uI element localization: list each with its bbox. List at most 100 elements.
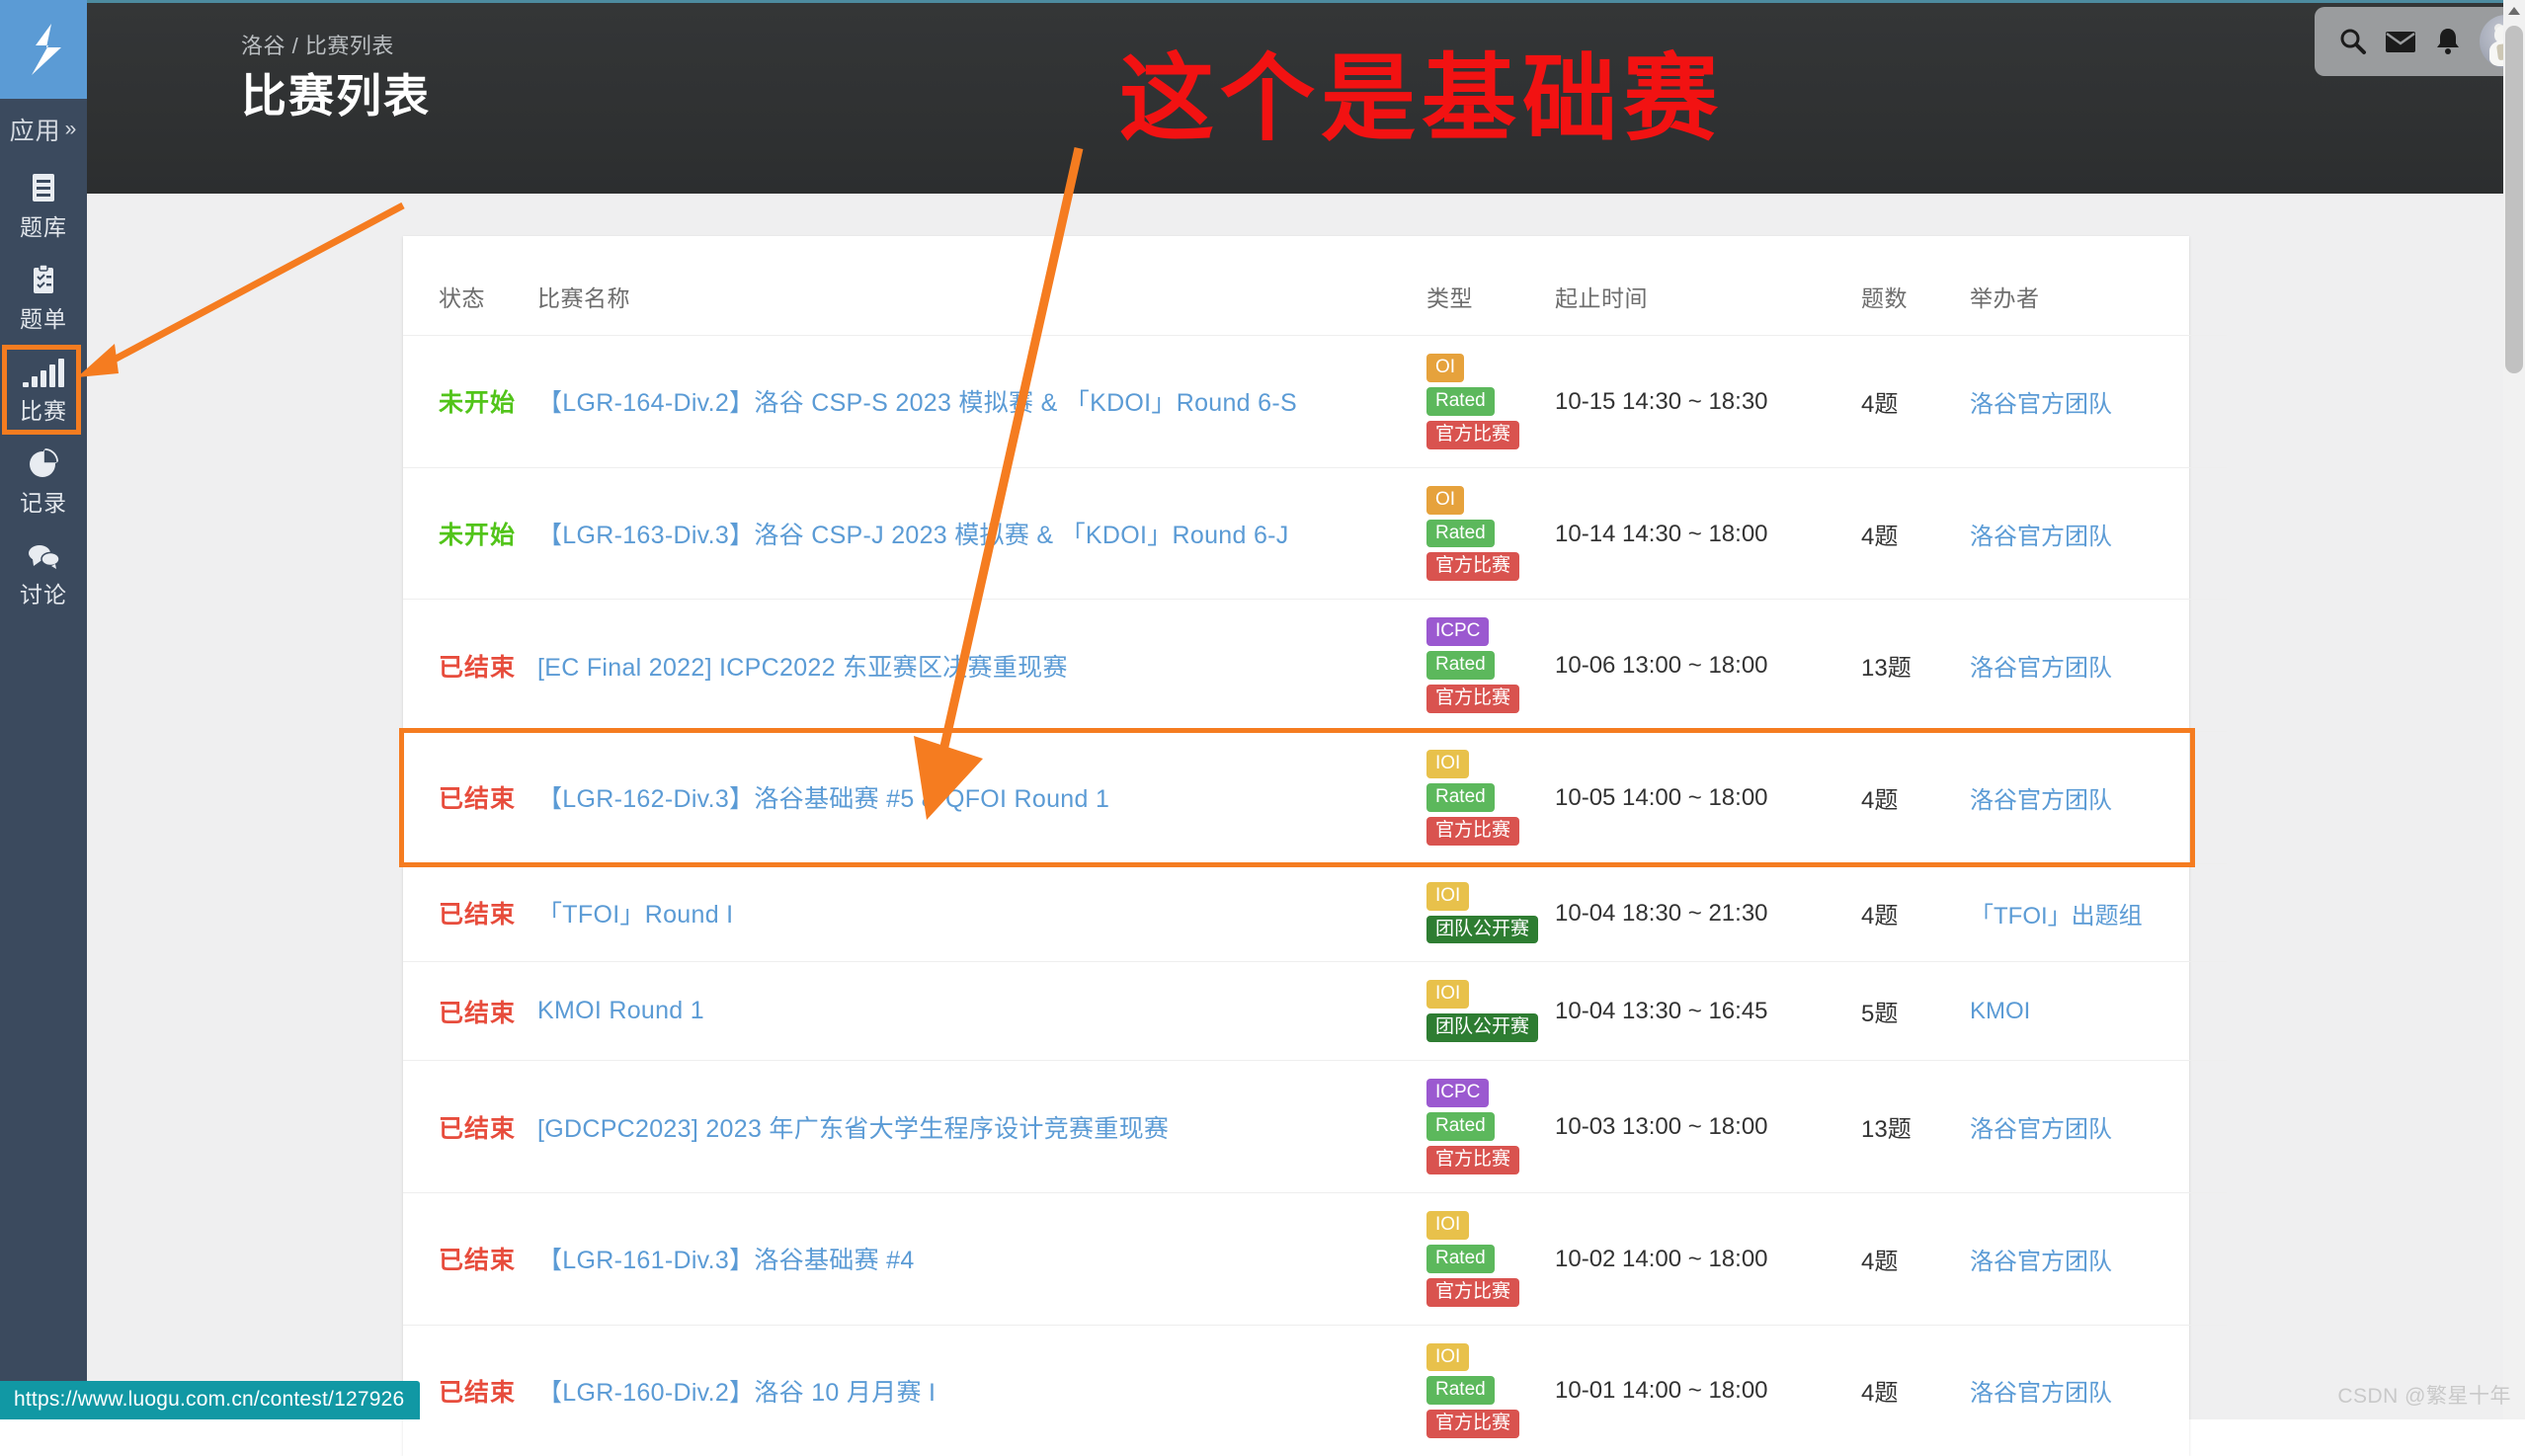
contest-table: 状态 比赛名称 类型 起止时间 题数 举办者 未开始【LGR-164-Div.2… [403, 236, 2227, 1456]
badge-group: ICPCRated官方比赛 [1426, 1079, 1555, 1174]
cell-status: 已结束 [403, 1325, 537, 1456]
mail-icon[interactable] [2385, 29, 2416, 54]
cell-status: 已结束 [403, 732, 537, 864]
type-badge: 团队公开赛 [1426, 916, 1538, 944]
cell-time: 10-05 14:00 ~ 18:00 [1555, 732, 1861, 864]
contest-name-link[interactable]: 【LGR-164-Div.2】洛谷 CSP-S 2023 模拟赛 & 「KDOI… [537, 389, 1297, 417]
contest-name-link[interactable]: [EC Final 2022] ICPC2022 东亚赛区决赛重现赛 [537, 654, 1068, 682]
status-badge: 已结束 [439, 1247, 516, 1274]
table-row[interactable]: 已结束「TFOI」Round IIOI团队公开赛10-04 18:30 ~ 21… [403, 863, 2227, 962]
cell-status: 已结束 [403, 863, 537, 962]
contest-time: 10-04 18:30 ~ 21:30 [1555, 900, 1768, 927]
contest-table-body: 未开始【LGR-164-Div.2】洛谷 CSP-S 2023 模拟赛 & 「K… [403, 336, 2227, 1456]
host-link[interactable]: 洛谷官方团队 [1970, 1249, 2112, 1275]
contest-name-link[interactable]: 【LGR-161-Div.3】洛谷基础赛 #4 [537, 1247, 915, 1274]
sidebar-apps-toggle[interactable]: 应用 » [0, 99, 87, 160]
cell-problem-count: 4题 [1861, 732, 1970, 864]
search-icon[interactable] [2337, 27, 2367, 56]
table-row[interactable]: 已结束【LGR-162-Div.3】洛谷基础赛 #5 & QFOI Round … [403, 732, 2227, 864]
contest-name-link[interactable]: [GDCPC2023] 2023 年广东省大学生程序设计竞赛重现赛 [537, 1115, 1169, 1143]
cell-contest-name: 【LGR-161-Div.3】洛谷基础赛 #4 [537, 1192, 1426, 1325]
contest-name-link[interactable]: 【LGR-163-Div.3】洛谷 CSP-J 2023 模拟赛 & 「KDOI… [537, 522, 1289, 549]
clipboard-icon [29, 262, 58, 295]
type-badge: ICPC [1426, 617, 1489, 646]
cell-type: OIRated官方比赛 [1426, 336, 1555, 468]
host-link[interactable]: 洛谷官方团队 [1970, 1380, 2112, 1407]
cell-host: 洛谷官方团队 [1970, 336, 2227, 468]
problem-count: 4题 [1861, 524, 1898, 550]
luogu-logo-icon[interactable] [0, 0, 87, 99]
problem-count: 5题 [1861, 1001, 1898, 1027]
scroll-up-arrow-icon[interactable] [2503, 0, 2525, 22]
contest-time: 10-06 13:00 ~ 18:00 [1555, 652, 1768, 679]
pie-chart-icon [28, 445, 59, 479]
sidebar-item-problem-lists[interactable]: 题单 [0, 252, 87, 344]
badge-group: ICPCRated官方比赛 [1426, 617, 1555, 713]
cell-status: 未开始 [403, 336, 537, 468]
host-link[interactable]: 洛谷官方团队 [1970, 391, 2112, 418]
cell-type: ICPCRated官方比赛 [1426, 600, 1555, 732]
status-badge: 已结束 [439, 1115, 516, 1143]
type-badge: 官方比赛 [1426, 552, 1519, 581]
contest-time: 10-03 13:00 ~ 18:00 [1555, 1113, 1768, 1140]
cell-problem-count: 4题 [1861, 467, 1970, 600]
contest-name-link[interactable]: 【LGR-160-Div.2】洛谷 10 月月赛 I [537, 1379, 936, 1407]
contest-name-link[interactable]: 「TFOI」Round I [537, 901, 733, 929]
table-row[interactable]: 已结束 [GDCPC2023] 2023 年广东省大学生程序设计竞赛重现赛 ICPC… [403, 1061, 2227, 1193]
cell-time: 10-04 18:30 ~ 21:30 [1555, 863, 1861, 962]
badge-group: IOIRated官方比赛 [1426, 1343, 1555, 1439]
column-header-name: 比赛名称 [537, 236, 1426, 336]
sidebar-item-problems[interactable]: 题库 [0, 160, 87, 252]
page-title: 比赛列表 [241, 60, 431, 125]
table-row[interactable]: 已结束KMOI Round 1IOI团队公开赛10-04 13:30 ~ 16:… [403, 962, 2227, 1061]
status-bar-url: https://www.luogu.com.cn/contest/127926 [0, 1381, 420, 1419]
cell-status: 已结束 [403, 962, 537, 1061]
table-row[interactable]: 未开始【LGR-163-Div.3】洛谷 CSP-J 2023 模拟赛 & 「K… [403, 467, 2227, 600]
sidebar-apps-label: 应用 [10, 112, 61, 147]
status-badge: 已结束 [439, 901, 516, 929]
chat-bubble-icon [27, 537, 60, 571]
host-link[interactable]: 洛谷官方团队 [1970, 787, 2112, 814]
host-link[interactable]: KMOI [1970, 998, 2030, 1024]
host-link[interactable]: 「TFOI」出题组 [1970, 903, 2143, 930]
badge-group: IOIRated官方比赛 [1426, 1211, 1555, 1307]
cell-status: 未开始 [403, 467, 537, 600]
status-badge: 已结束 [439, 1379, 516, 1407]
type-badge: IOI [1426, 1211, 1469, 1240]
scrollbar-thumb[interactable] [2505, 26, 2523, 373]
column-header-count: 题数 [1861, 236, 1970, 336]
status-badge: 已结束 [439, 1000, 516, 1027]
type-badge: 官方比赛 [1426, 817, 1519, 846]
contest-name-link[interactable]: KMOI Round 1 [537, 997, 704, 1024]
status-badge: 已结束 [439, 785, 516, 813]
table-row[interactable]: 已结束【LGR-161-Div.3】洛谷基础赛 #4 IOIRated官方比赛10… [403, 1192, 2227, 1325]
sidebar-item-contests[interactable]: 比赛 [0, 344, 87, 436]
sidebar-item-records[interactable]: 记录 [0, 436, 87, 527]
contest-time: 10-04 13:30 ~ 16:45 [1555, 998, 1768, 1024]
table-row[interactable]: 已结束[EC Final 2022] ICPC2022 东亚赛区决赛重现赛ICP… [403, 600, 2227, 732]
table-row[interactable]: 未开始【LGR-164-Div.2】洛谷 CSP-S 2023 模拟赛 & 「K… [403, 336, 2227, 468]
problem-count: 4题 [1861, 391, 1898, 418]
type-badge: 官方比赛 [1426, 1278, 1519, 1307]
badge-group: OIRated官方比赛 [1426, 486, 1555, 582]
cell-status: 已结束 [403, 1061, 537, 1193]
cell-status: 已结束 [403, 1192, 537, 1325]
bell-icon[interactable] [2434, 27, 2462, 56]
cell-contest-name: 【LGR-164-Div.2】洛谷 CSP-S 2023 模拟赛 & 「KDOI… [537, 336, 1426, 468]
cell-problem-count: 4题 [1861, 1325, 1970, 1456]
scrollbar-track[interactable] [2503, 0, 2525, 1419]
type-badge: OI [1426, 486, 1464, 515]
contest-time: 10-02 14:00 ~ 18:00 [1555, 1246, 1768, 1272]
cell-problem-count: 5题 [1861, 962, 1970, 1061]
sidebar-item-discussion[interactable]: 讨论 [0, 527, 87, 619]
type-badge: OI [1426, 354, 1464, 382]
cell-time: 10-15 14:30 ~ 18:30 [1555, 336, 1861, 468]
cell-time: 10-02 14:00 ~ 18:00 [1555, 1192, 1861, 1325]
host-link[interactable]: 洛谷官方团队 [1970, 524, 2112, 550]
cell-problem-count: 4题 [1861, 336, 1970, 468]
table-row[interactable]: 已结束【LGR-160-Div.2】洛谷 10 月月赛 I IOIRated官方比… [403, 1325, 2227, 1456]
host-link[interactable]: 洛谷官方团队 [1970, 655, 2112, 682]
host-link[interactable]: 洛谷官方团队 [1970, 1116, 2112, 1143]
problem-count: 4题 [1861, 903, 1898, 930]
contest-name-link[interactable]: 【LGR-162-Div.3】洛谷基础赛 #5 & QFOI Round 1 [537, 785, 1109, 813]
